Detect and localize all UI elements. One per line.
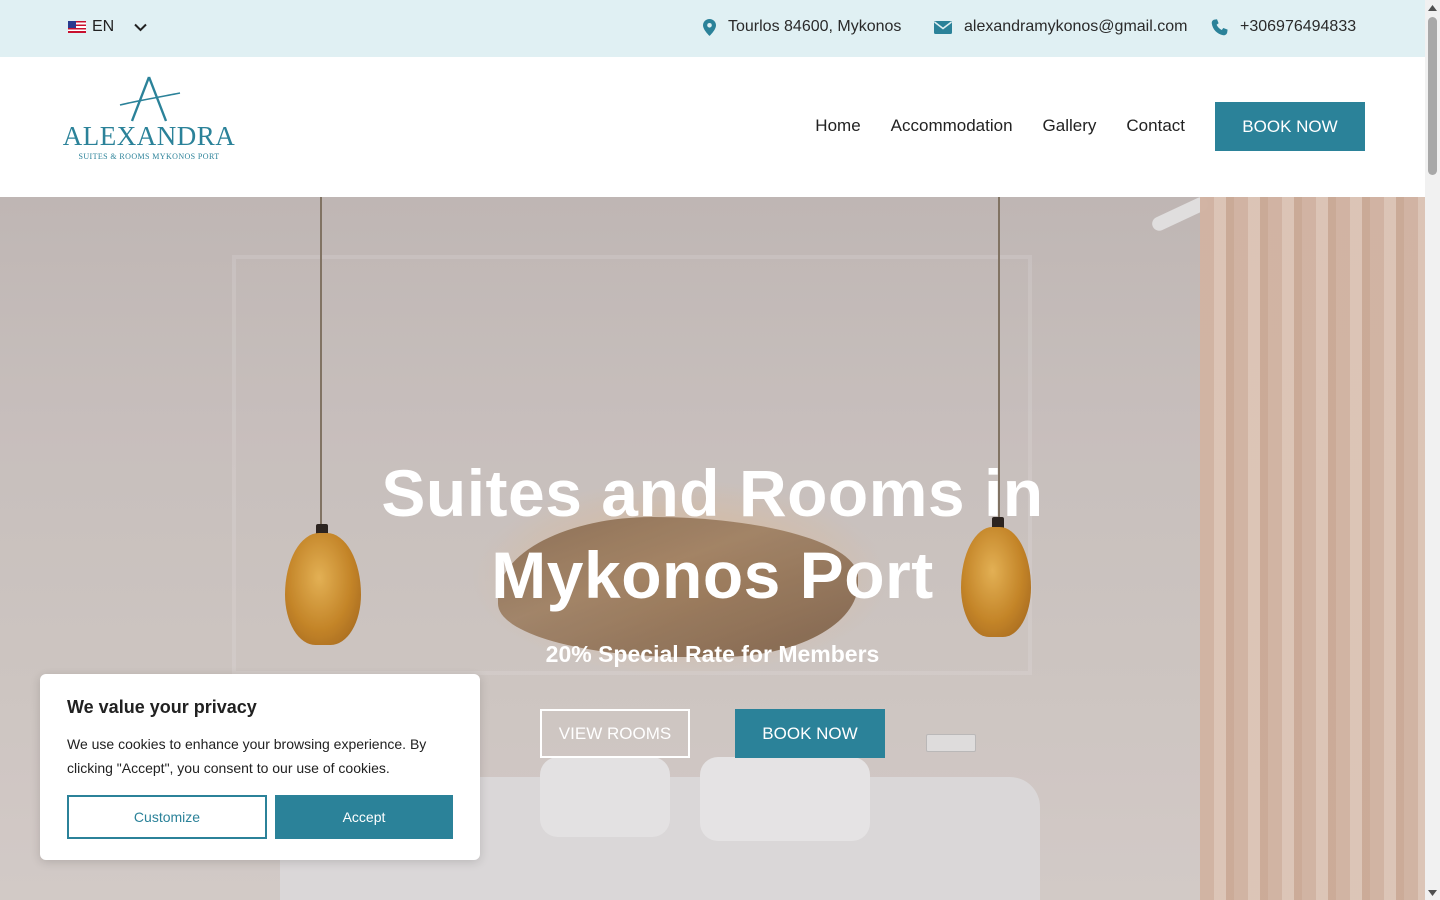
phone-icon [1211, 18, 1228, 36]
logo-name: ALEXANDRA [62, 121, 236, 151]
cookie-customize-button[interactable]: Customize [67, 795, 267, 839]
nav-gallery[interactable]: Gallery [1043, 116, 1097, 136]
email-info[interactable]: alexandramykonos@gmail.com [934, 18, 1187, 36]
cookie-accept-button[interactable]: Accept [275, 795, 453, 839]
view-rooms-button[interactable]: VIEW ROOMS [540, 709, 690, 758]
scroll-down-arrow-icon[interactable] [1425, 885, 1440, 900]
hero-subtitle: 20% Special Rate for Members [545, 641, 880, 667]
address-info: Tourlos 84600, Mykonos [703, 18, 901, 36]
address-text: Tourlos 84600, Mykonos [728, 18, 902, 35]
language-selector[interactable]: EN [68, 18, 147, 36]
cookie-consent-banner: We value your privacy We use cookies to … [40, 674, 480, 860]
phone-info[interactable]: +306976494833 [1211, 18, 1356, 36]
header-book-now-button[interactable]: BOOK NOW [1215, 102, 1365, 151]
hero-book-now-button[interactable]: BOOK NOW [735, 709, 885, 758]
cookie-text: We use cookies to enhance your browsing … [67, 736, 427, 776]
page-scrollbar[interactable] [1425, 0, 1440, 900]
logo-tagline: SUITES & ROOMS MYKONOS PORT [78, 152, 220, 161]
us-flag-icon [68, 21, 86, 33]
language-code: EN [92, 18, 115, 35]
hero-title: Suites and Rooms in Mykonos Port [381, 456, 1044, 612]
cookie-title: We value your privacy [67, 697, 257, 717]
logo[interactable]: ALEXANDRA SUITES & ROOMS MYKONOS PORT [60, 75, 238, 180]
nav-accommodation[interactable]: Accommodation [891, 116, 1013, 136]
logo-mark-icon [119, 76, 181, 122]
site-header: ALEXANDRA SUITES & ROOMS MYKONOS PORT Ho… [0, 57, 1425, 197]
envelope-icon [934, 20, 952, 34]
nav-home[interactable]: Home [815, 116, 860, 136]
email-text[interactable]: alexandramykonos@gmail.com [964, 18, 1187, 36]
scrollbar-thumb[interactable] [1428, 17, 1437, 175]
top-bar: EN Tourlos 84600, Mykonos alexandramykon… [0, 0, 1425, 57]
chevron-down-icon[interactable] [134, 23, 147, 32]
map-pin-icon [703, 18, 716, 36]
scroll-up-arrow-icon[interactable] [1425, 0, 1440, 15]
nav-contact[interactable]: Contact [1126, 116, 1185, 136]
main-nav: Home Accommodation Gallery Contact [815, 116, 1185, 136]
phone-text[interactable]: +306976494833 [1240, 18, 1356, 36]
